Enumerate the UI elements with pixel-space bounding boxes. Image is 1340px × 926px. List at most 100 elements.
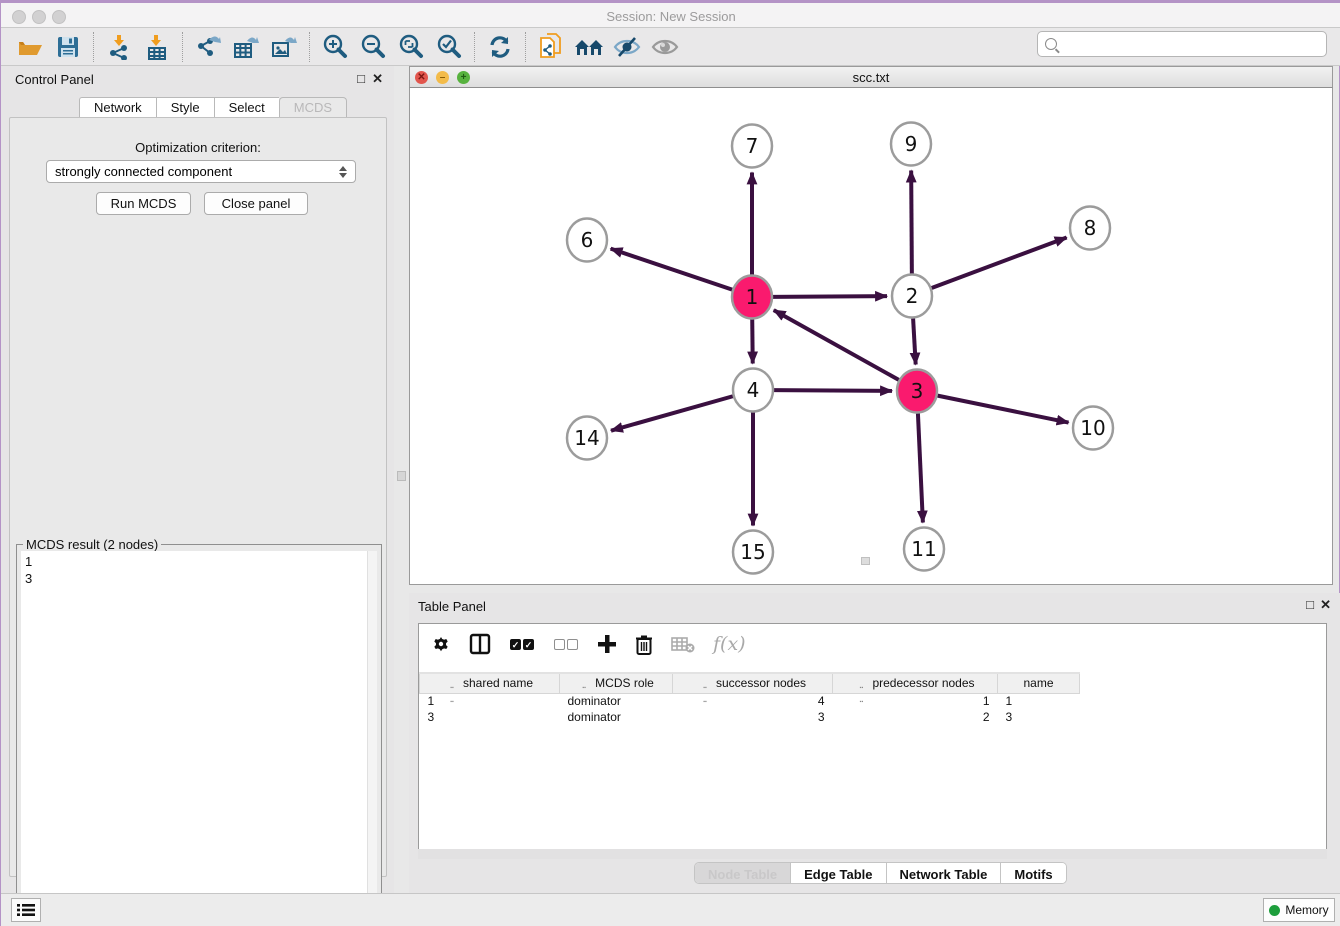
control-panel: Control Panel □ ✕ Network Style Select M… [1, 66, 394, 893]
column-header-name[interactable]: name [998, 673, 1080, 693]
close-panel-icon[interactable]: ✕ [372, 71, 383, 87]
import-network-button[interactable] [102, 32, 136, 62]
table-row[interactable]: 3 dominator 3 2 3 [420, 709, 1080, 725]
network-canvas-svg: 7968124314101511 [410, 88, 1332, 583]
cell-predecessor-nodes[interactable]: 1 [833, 693, 998, 709]
eye-icon [651, 36, 679, 58]
export-table-button[interactable] [229, 32, 263, 62]
edge-1-2[interactable] [773, 296, 887, 297]
cell-name[interactable]: 3 [998, 709, 1080, 725]
open-folder-icon [17, 36, 43, 58]
horizontal-splitter-grip[interactable] [861, 557, 870, 565]
memory-status-icon [1269, 905, 1280, 916]
deselect-all-button[interactable] [553, 639, 579, 650]
float-panel-icon[interactable]: □ [357, 71, 365, 86]
cell-successor-nodes[interactable]: 4 [673, 693, 833, 709]
duplicate-network-button[interactable] [534, 32, 568, 62]
network-title: scc.txt [410, 70, 1332, 85]
function-builder-button[interactable]: f(x) [713, 633, 746, 655]
column-type-icon [446, 678, 458, 688]
cell-name[interactable]: 1 [998, 693, 1080, 709]
tab-node-table[interactable]: Node Table [695, 863, 791, 884]
search-input[interactable] [1063, 34, 1326, 54]
edge-2-9[interactable] [911, 170, 912, 273]
zoom-fit-icon [398, 34, 424, 60]
column-header-successor-nodes[interactable]: successor nodes [673, 673, 833, 693]
delete-column-button[interactable] [635, 634, 653, 655]
checked-box-icon: ✓ [523, 639, 534, 650]
cell-successor-nodes[interactable]: 3 [673, 709, 833, 725]
graph-node-label: 8 [1084, 216, 1097, 240]
unchecked-box-icon [554, 639, 565, 650]
table-settings-button[interactable] [431, 634, 451, 654]
zoom-fit-button[interactable] [394, 32, 428, 62]
close-panel-button[interactable]: Close panel [204, 192, 308, 215]
splitter-grip[interactable] [397, 471, 406, 481]
delete-table-button[interactable] [671, 636, 695, 653]
cell-predecessor-nodes[interactable]: 2 [833, 709, 998, 725]
tab-style[interactable]: Style [156, 97, 214, 118]
edge-1-4[interactable] [752, 319, 753, 363]
edge-3-1[interactable] [774, 310, 899, 380]
export-network-button[interactable] [191, 32, 225, 62]
table-row[interactable]: 1 dominator 4 1 1 [420, 693, 1080, 709]
edge-1-6[interactable] [611, 249, 733, 290]
column-header-shared-name[interactable]: shared name [420, 673, 560, 693]
show-columns-button[interactable] [469, 633, 491, 655]
control-panel-title: Control Panel [15, 72, 94, 87]
application-window: Session: New Session [0, 0, 1340, 926]
graph-node-label: 11 [911, 537, 936, 561]
criterion-select[interactable]: strongly connected component [46, 160, 356, 183]
show-all-button[interactable] [648, 32, 682, 62]
tab-edge-table[interactable]: Edge Table [791, 863, 886, 884]
graph-node-label: 2 [906, 284, 919, 308]
cell-shared-name[interactable]: 1 [420, 693, 560, 709]
cell-mcds-role[interactable]: dominator [560, 693, 673, 709]
plus-icon [597, 634, 617, 654]
create-column-button[interactable] [597, 634, 617, 654]
export-image-icon [271, 34, 297, 60]
checked-box-icon: ✓ [510, 639, 521, 650]
edge-2-8[interactable] [932, 237, 1067, 288]
refresh-button[interactable] [483, 32, 517, 62]
mcds-result-text[interactable]: 1 3 [21, 551, 367, 917]
export-image-button[interactable] [267, 32, 301, 62]
select-all-button[interactable]: ✓✓ [509, 639, 535, 650]
tab-motifs[interactable]: Motifs [1001, 863, 1065, 884]
network-window-titlebar[interactable]: ✕ – + scc.txt [409, 66, 1333, 88]
first-neighbors-button[interactable] [572, 32, 606, 62]
tab-mcds[interactable]: MCDS [279, 97, 347, 118]
tab-network[interactable]: Network [79, 97, 156, 118]
cell-shared-name[interactable]: 3 [420, 709, 560, 725]
edge-3-11[interactable] [918, 413, 923, 522]
vertical-splitter[interactable] [394, 66, 409, 893]
edge-4-3[interactable] [774, 390, 892, 391]
run-mcds-button[interactable]: Run MCDS [96, 192, 191, 215]
table-panel-title: Table Panel [418, 599, 486, 614]
edge-4-14[interactable] [611, 396, 733, 430]
search-box[interactable] [1037, 31, 1327, 57]
column-type-icon [578, 678, 590, 688]
graph-node-label: 3 [911, 379, 924, 403]
tab-select[interactable]: Select [214, 97, 279, 118]
network-canvas[interactable]: 7968124314101511 [409, 88, 1333, 585]
open-session-button[interactable] [13, 32, 47, 62]
tab-network-table[interactable]: Network Table [887, 863, 1002, 884]
memory-button[interactable]: Memory [1263, 898, 1335, 922]
import-table-button[interactable] [140, 32, 174, 62]
zoom-out-button[interactable] [356, 32, 390, 62]
column-header-mcds-role[interactable]: MCDS role [560, 673, 673, 693]
task-history-button[interactable] [11, 898, 41, 922]
float-table-panel-icon[interactable]: □ [1306, 597, 1314, 612]
hide-selected-button[interactable] [610, 32, 644, 62]
result-scrollbar[interactable] [367, 551, 377, 917]
zoom-in-button[interactable] [318, 32, 352, 62]
edge-2-3[interactable] [913, 318, 916, 364]
close-table-panel-icon[interactable]: ✕ [1320, 597, 1331, 613]
save-session-button[interactable] [51, 32, 85, 62]
zoom-selected-button[interactable] [432, 32, 466, 62]
edge-3-10[interactable] [938, 396, 1069, 423]
column-header-predecessor-nodes[interactable]: predecessor nodes [833, 673, 998, 693]
homes-icon [574, 36, 604, 58]
cell-mcds-role[interactable]: dominator [560, 709, 673, 725]
